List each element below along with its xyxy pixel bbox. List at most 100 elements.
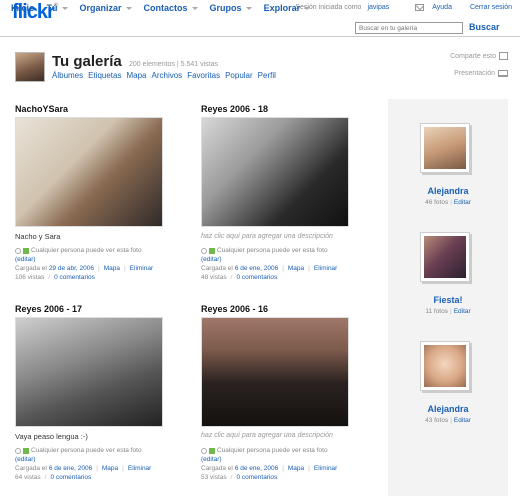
nav-label: Organizar [79,3,122,13]
chevron-down-icon[interactable] [191,6,198,10]
map-link[interactable]: Mapa [104,264,120,273]
comments-link[interactable]: 0 comentarios [236,273,277,282]
nav-inicio[interactable]: Inicio [11,3,35,13]
uploaded-label: Cargada el [201,465,233,472]
nav-label: Inicio [11,3,35,13]
chevron-down-icon[interactable] [304,6,311,10]
set-thumbnail[interactable] [420,341,470,391]
photo-reyes-16[interactable] [201,317,349,427]
views-count: 48 vistas [201,274,227,281]
main-nav: Inicio Tú Organizar Contactos Grupos Exp… [11,3,311,13]
buddy-icon[interactable] [15,52,45,82]
subnav-albumes[interactable]: Álbumes [52,71,83,80]
upload-date-link[interactable]: 6 de ene, 2006 [235,464,278,473]
add-description-link[interactable]: haz clic aquí para agregar una descripci… [201,432,333,439]
set-thumbnail[interactable] [420,232,470,282]
help-link[interactable]: Ayuda [432,4,452,11]
edit-privacy-link[interactable]: (editar) [15,255,36,264]
delete-link[interactable]: Eliminar [314,264,337,273]
comments-link[interactable]: 0 comentarios [236,473,277,482]
set-count: 43 fotos [425,417,449,424]
subnav-mapa[interactable]: Mapa [126,71,146,80]
photo-caption[interactable]: Vaya peaso lengua :-) [15,432,88,441]
chevron-down-icon[interactable] [245,6,252,10]
slideshow-label: Presentación [454,70,495,77]
delete-link[interactable]: Eliminar [128,464,151,473]
set-edit-link[interactable]: Editar [454,417,471,424]
nav-label: Grupos [209,3,242,13]
photo-reyes-18[interactable] [201,117,349,227]
license-icon [15,247,21,254]
public-icon [23,447,29,454]
nav-explorar[interactable]: Explorar [264,3,311,13]
photo-title[interactable]: Reyes 2006 - 17 [15,304,82,314]
public-icon [23,247,29,254]
chevron-down-icon[interactable] [125,6,132,10]
delete-link[interactable]: Eliminar [130,264,153,273]
edit-privacy-link[interactable]: (editar) [201,255,222,264]
upload-date-link[interactable]: 6 de ene, 2006 [235,264,278,273]
subnav-archivos[interactable]: Archivos [152,71,183,80]
nav-organizar[interactable]: Organizar [80,3,132,13]
set-meta: 43 fotos | Editar [425,417,471,424]
username-link[interactable]: javipas [367,4,389,11]
set-thumbnail[interactable] [420,123,470,173]
share-link[interactable]: Comparte esto [450,52,508,60]
photo-reyes-17[interactable] [15,317,163,427]
sets-sidebar: Alejandra 46 fotos | Editar Fiesta! 11 fot… [388,99,508,496]
search-button[interactable]: Buscar [469,22,500,32]
photo-meta: Cualquier persona puede ver esta foto (e… [15,447,152,482]
set-count: 11 fotos [425,308,448,315]
set-edit-link[interactable]: Editar [454,199,471,206]
chevron-down-icon[interactable] [61,6,68,10]
upload-date-link[interactable]: 6 de ene, 2006 [49,464,92,473]
add-description-link[interactable]: haz clic aquí para agregar una descripci… [201,233,333,240]
upload-date-link[interactable]: 29 de abr, 2006 [49,264,94,273]
set-title[interactable]: Fiesta! [388,295,508,305]
edit-privacy-link[interactable]: (editar) [15,455,36,464]
share-label: Comparte esto [450,52,496,60]
comments-link[interactable]: 0 comentarios [50,473,91,482]
photo-meta: Cualquier persona puede ver esta foto (e… [15,247,154,282]
public-icon [209,447,215,454]
set-edit-link[interactable]: Editar [454,308,471,315]
uploaded-label: Cargada el [201,265,233,272]
nav-grupos[interactable]: Grupos [210,3,252,13]
monitor-icon [498,70,508,77]
set-count: 46 fotos [425,199,449,206]
license-icon [201,247,207,254]
set-meta: 11 fotos | Editar [425,308,471,315]
map-link[interactable]: Mapa [102,464,118,473]
license-icon [15,447,21,454]
comments-link[interactable]: 0 comentarios [54,273,95,282]
slideshow-link[interactable]: Presentación [454,70,508,77]
photo-title[interactable]: NachoYSara [15,104,68,114]
session-bar: Sesión iniciada como javipas Ayuda Cerra… [295,4,512,11]
logout-link[interactable]: Cerrar sesión [470,4,512,11]
subnav-perfil[interactable]: Perfil [258,71,276,80]
set-meta: 46 fotos | Editar [425,199,471,206]
map-link[interactable]: Mapa [288,464,304,473]
set-title[interactable]: Alejandra [388,186,508,196]
license-icon [201,447,207,454]
privacy-text: Cualquier persona puede ver esta foto [31,247,142,254]
subnav-favoritas[interactable]: Favoritas [187,71,220,80]
views-count: 106 vistas [15,274,45,281]
gallery-subnav: Álbumes Etiquetas Mapa Archivos Favorita… [52,71,276,80]
nav-contactos[interactable]: Contactos [144,3,198,13]
uploaded-label: Cargada el [15,465,47,472]
edit-privacy-link[interactable]: (editar) [201,455,222,464]
nav-tu[interactable]: Tú [47,3,68,13]
map-link[interactable]: Mapa [288,264,304,273]
photo-caption[interactable]: Nacho y Sara [15,232,60,241]
search-input[interactable] [355,22,463,34]
delete-link[interactable]: Eliminar [314,464,337,473]
photo-meta: Cualquier persona puede ver esta foto (e… [201,247,338,282]
photo-title[interactable]: Reyes 2006 - 18 [201,104,268,114]
photo-nachoysara[interactable] [15,117,163,227]
subnav-popular[interactable]: Popular [225,71,253,80]
mail-icon[interactable] [415,4,425,11]
photo-title[interactable]: Reyes 2006 - 16 [201,304,268,314]
set-title[interactable]: Alejandra [388,404,508,414]
subnav-etiquetas[interactable]: Etiquetas [88,71,121,80]
